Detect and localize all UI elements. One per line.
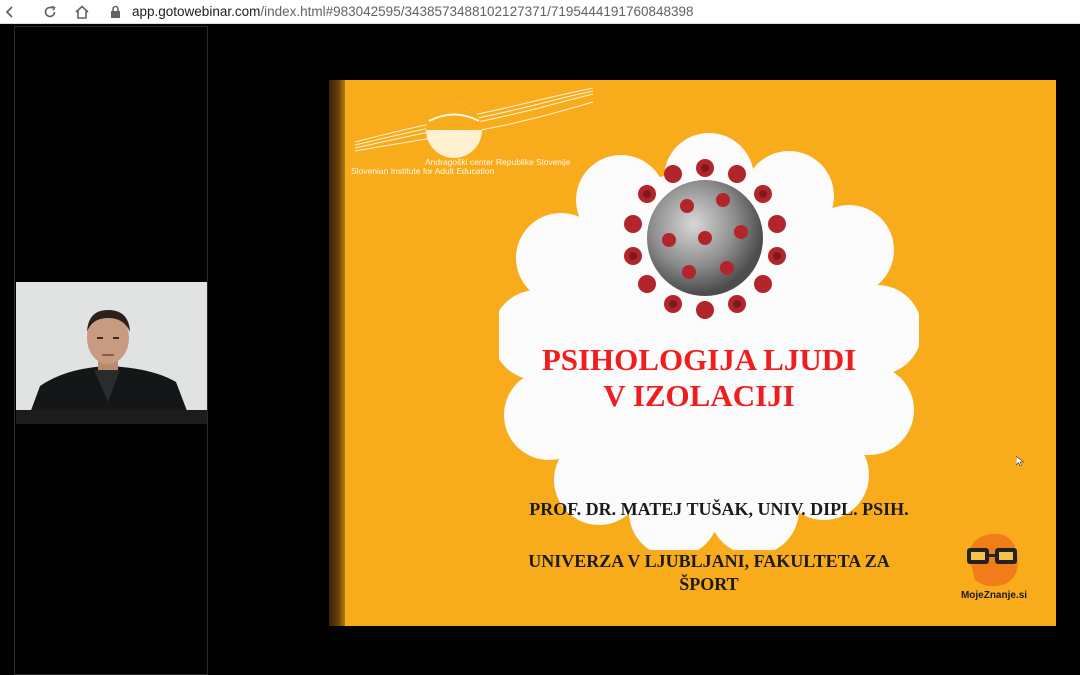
presentation-slide: Andragoški center Republike Slovenije Sl… (329, 80, 1056, 626)
url-host: app.gotowebinar.com (132, 4, 261, 19)
presenter-name: PROF. DR. MATEJ TUŠAK, UNIV. DIPL. PSIH. (529, 499, 909, 519)
reload-icon[interactable] (40, 2, 60, 22)
mojeznanje-brand: MojeZnanje.si (960, 590, 1028, 601)
home-icon[interactable] (72, 2, 92, 22)
webcam-video[interactable] (16, 282, 207, 424)
mouse-cursor-icon (1016, 456, 1024, 466)
university-name: UNIVERZA V LJUBLJANI, FAKULTETA ZA ŠPORT (528, 551, 890, 594)
address-bar[interactable]: app.gotowebinar.com/index.html#983042595… (110, 2, 694, 22)
url-path: /index.html#983042595/343857348810212737… (260, 4, 694, 19)
browser-toolbar: app.gotowebinar.com/index.html#983042595… (0, 0, 1080, 24)
slide-title: PSIHOLOGIJA LJUDI V IZOLACIJI (541, 342, 857, 413)
mojeznanje-logo (967, 533, 1018, 587)
back-icon[interactable] (0, 2, 20, 22)
lock-icon (110, 5, 122, 19)
coronavirus-image (624, 159, 786, 319)
slide-edge (329, 80, 345, 626)
